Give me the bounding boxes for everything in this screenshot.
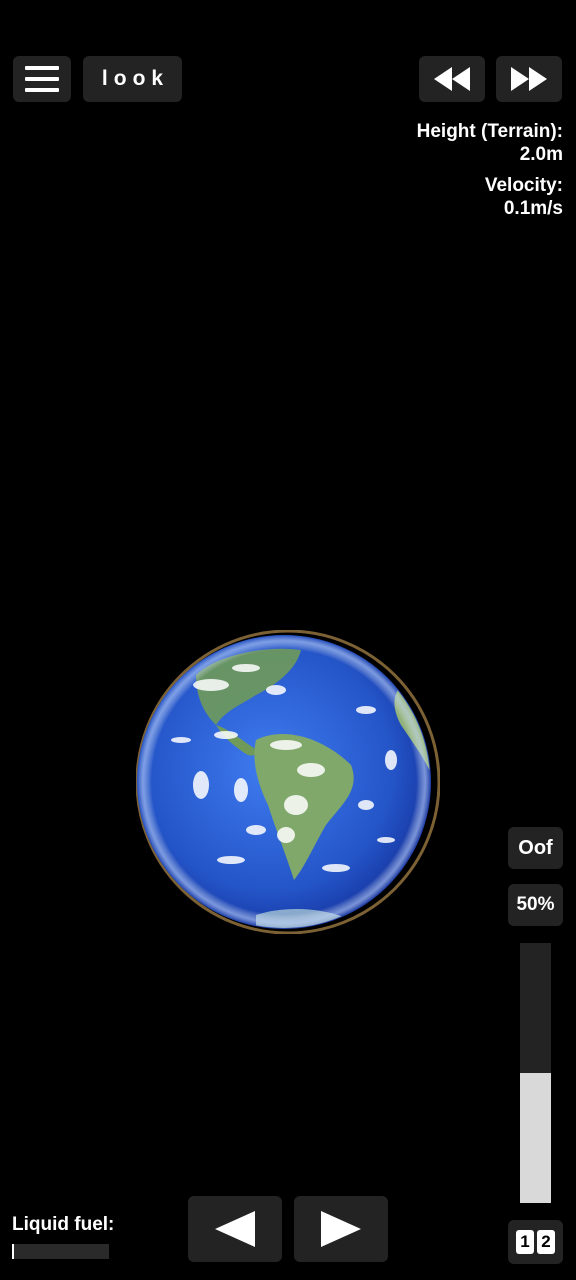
- fast-forward-button[interactable]: [496, 56, 562, 102]
- game-screen: look Height (Terrain): 2.0m Velocity: 0.…: [0, 0, 576, 1280]
- velocity-value: 0.1m/s: [503, 198, 563, 219]
- velocity-readout: Velocity: 0.1m/s: [485, 174, 563, 220]
- stage-button[interactable]: 1 2: [508, 1220, 563, 1264]
- height-value: 2.0m: [519, 144, 563, 165]
- throttle-slider[interactable]: [520, 943, 551, 1203]
- liquid-fuel-bar: [12, 1244, 109, 1259]
- rotate-right-arrow-icon: [321, 1211, 361, 1247]
- liquid-fuel-fill: [12, 1244, 14, 1259]
- earth-planet: [136, 630, 440, 934]
- stage-number-1: 1: [516, 1230, 534, 1254]
- liquid-fuel-label: Liquid fuel:: [12, 1214, 115, 1235]
- height-readout: Height (Terrain): 2.0m: [417, 120, 563, 166]
- rotate-left-arrow-icon: [215, 1211, 255, 1247]
- stage-number-2: 2: [537, 1230, 555, 1254]
- rotate-right-button[interactable]: [294, 1196, 388, 1262]
- rewind-icon: [434, 67, 470, 91]
- hamburger-menu-icon: [25, 66, 59, 92]
- throttle-percent: 50%: [508, 884, 563, 926]
- throttle-fill: [520, 1073, 551, 1203]
- menu-button[interactable]: [13, 56, 71, 102]
- fast-forward-icon: [511, 67, 547, 91]
- rotate-left-button[interactable]: [188, 1196, 282, 1262]
- velocity-label: Velocity:: [484, 175, 563, 196]
- oof-button[interactable]: Oof: [508, 827, 563, 869]
- look-button[interactable]: look: [83, 56, 182, 102]
- height-label: Height (Terrain):: [416, 121, 563, 142]
- rewind-button[interactable]: [419, 56, 485, 102]
